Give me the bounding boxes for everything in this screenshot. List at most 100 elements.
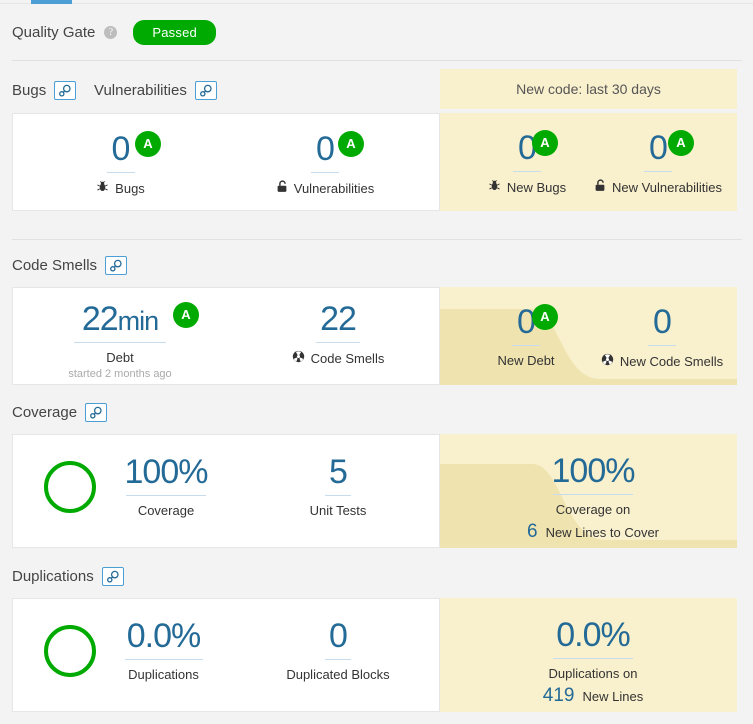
duplications-card: 0.0% Duplications 0 Duplicated Blocks (12, 598, 440, 712)
new-lines-to-cover-count-wrap[interactable]: 6 (527, 521, 538, 543)
measure-new-bugs-label: New Bugs (506, 179, 567, 195)
duplications-link-icon[interactable] (101, 567, 124, 586)
measure-code-smells[interactable]: 22 Code Smells (258, 302, 418, 366)
measure-bugs-value: 0 (111, 130, 131, 168)
divider (12, 60, 742, 61)
code-smell-icon (292, 350, 305, 366)
new-code-header: New code: last 30 days (440, 69, 737, 109)
rating-badge-debt: A (173, 302, 199, 328)
measure-new-coverage-label-line2: New Lines to Cover (545, 524, 660, 540)
measure-new-debt[interactable]: 0 New Debt (466, 305, 586, 368)
measure-new-duplications-label-line2: New Lines (582, 688, 644, 704)
coverage-link-icon[interactable] (85, 403, 108, 422)
measure-new-code-smells-label-row: New Code Smells (592, 353, 732, 369)
new-code-header-label: New code: last 30 days (516, 81, 661, 97)
measure-new-debt-label-row: New Debt (466, 353, 586, 368)
rating-badge-new-bugs: A (532, 130, 558, 156)
measure-bugs-label-row: Bugs (43, 180, 198, 196)
measure-debt-label: Debt (106, 350, 134, 365)
measure-new-bugs-value: 0 (518, 129, 537, 167)
coverage-donut (44, 461, 96, 513)
section-title-vulnerabilities: Vulnerabilities (94, 81, 217, 100)
section-label-coverage: Coverage (12, 404, 78, 421)
measure-duplicated-blocks[interactable]: 0 Duplicated Blocks (263, 619, 413, 682)
help-icon[interactable]: ? (104, 25, 118, 39)
measure-debt-sublabel: started 2 months ago (68, 368, 172, 380)
bugs-vulns-new-card: 0 New Bugs A 0 New Vulnerabilities A (440, 113, 737, 211)
new-lines-count: 419 (542, 685, 575, 706)
measure-new-duplications-value: 0.0% (556, 616, 631, 654)
underline (311, 172, 339, 173)
lock-open-icon (594, 179, 606, 195)
section-label-bugs: Bugs (12, 82, 47, 99)
measure-new-vulnerabilities-label-row: New Vulnerabilities (588, 179, 728, 195)
measure-new-duplications[interactable]: 0.0% Duplications on 419 New Lines (518, 618, 668, 707)
coverage-new-card: 100% Coverage on 6 New Lines to Cover (440, 434, 737, 548)
underline (124, 659, 203, 660)
section-title-bugs: Bugs (12, 81, 77, 100)
underline (553, 658, 633, 659)
measure-debt-value: 22min (55, 302, 185, 336)
vulnerabilities-link-icon[interactable] (194, 81, 217, 100)
measure-vulnerabilities[interactable]: 0 Vulnerabilities (245, 132, 405, 196)
measure-debt-number: 22 (81, 300, 119, 338)
measure-debt-unit: min (117, 306, 160, 336)
measure-unit-tests-label: Unit Tests (309, 503, 367, 518)
underline (512, 345, 540, 346)
measure-new-bugs[interactable]: 0 New Bugs (462, 131, 592, 195)
lock-open-icon (276, 180, 288, 196)
measure-coverage-value: 100% (124, 453, 209, 491)
rating-badge-new-vulnerabilities: A (668, 130, 694, 156)
measure-unit-tests[interactable]: 5 Unit Tests (273, 455, 403, 518)
coverage-card: 100% Coverage 5 Unit Tests (12, 434, 440, 548)
underline (513, 171, 541, 172)
underline (325, 495, 351, 496)
measure-new-code-smells-value: 0 (653, 303, 672, 341)
measure-new-coverage-label-2: 6 New Lines to Cover (518, 521, 668, 543)
measure-coverage-label-row: Coverage (111, 503, 221, 518)
measure-new-debt-value: 0 (517, 303, 536, 341)
measure-new-vulnerabilities-value: 0 (649, 129, 668, 167)
measure-bugs[interactable]: 0 Bugs (43, 132, 198, 196)
measure-new-vulnerabilities[interactable]: 0 New Vulnerabilities (588, 131, 728, 195)
measure-new-bugs-label-row: New Bugs (462, 179, 592, 195)
measure-code-smells-value: 22 (320, 300, 357, 338)
code-smells-new-card: 0 New Debt A 0 New Code Smells (440, 287, 737, 385)
measure-new-duplications-label-line1: Duplications on (548, 666, 638, 681)
measure-duplicated-blocks-label: Duplicated Blocks (286, 667, 390, 682)
status-badge: Passed (133, 19, 216, 45)
measure-new-coverage[interactable]: 100% Coverage on 6 New Lines to Cover (518, 454, 668, 543)
quality-overview-page: Quality Gate ? Passed Bugs Vulnerabiliti… (0, 0, 753, 724)
rating-badge-vulnerabilities: A (338, 131, 364, 157)
underline (316, 342, 360, 343)
section-label-vulnerabilities: Vulnerabilities (94, 82, 187, 99)
bugs-link-icon[interactable] (54, 81, 77, 100)
underline (553, 494, 633, 495)
measure-debt[interactable]: 22min Debt started 2 months ago (55, 302, 185, 380)
measure-new-coverage-label-line1: Coverage on (555, 502, 631, 517)
code-smells-link-icon[interactable] (105, 256, 128, 275)
measure-duplications[interactable]: 0.0% Duplications (111, 619, 216, 682)
measure-duplicated-blocks-label-row: Duplicated Blocks (263, 667, 413, 682)
underline (74, 342, 166, 343)
measure-vulnerabilities-label-row: Vulnerabilities (245, 180, 405, 196)
underline (648, 345, 676, 346)
duplications-donut (44, 625, 96, 677)
quality-gate-label: Quality Gate (12, 23, 96, 41)
measure-coverage[interactable]: 100% Coverage (111, 455, 221, 518)
measure-new-code-smells-label: New Code Smells (619, 353, 724, 369)
new-lines-to-cover-count: 6 (526, 521, 538, 542)
underline (126, 495, 206, 496)
measure-new-code-smells[interactable]: 0 New Code Smells (592, 305, 732, 369)
rating-badge-new-debt: A (532, 304, 558, 330)
measure-code-smells-label: Code Smells (310, 350, 385, 366)
section-label-code-smells: Code Smells (12, 257, 98, 274)
measure-new-debt-label: New Debt (497, 353, 555, 368)
measure-new-duplications-label-2: 419 New Lines (518, 685, 668, 707)
section-title-coverage: Coverage (12, 403, 108, 422)
measure-duplicated-blocks-value: 0 (329, 617, 348, 655)
underline (325, 659, 351, 660)
measure-new-coverage-label-1: Coverage on (518, 502, 668, 517)
measure-debt-label-row: Debt (55, 350, 185, 365)
new-lines-count-wrap[interactable]: 419 (543, 685, 575, 707)
